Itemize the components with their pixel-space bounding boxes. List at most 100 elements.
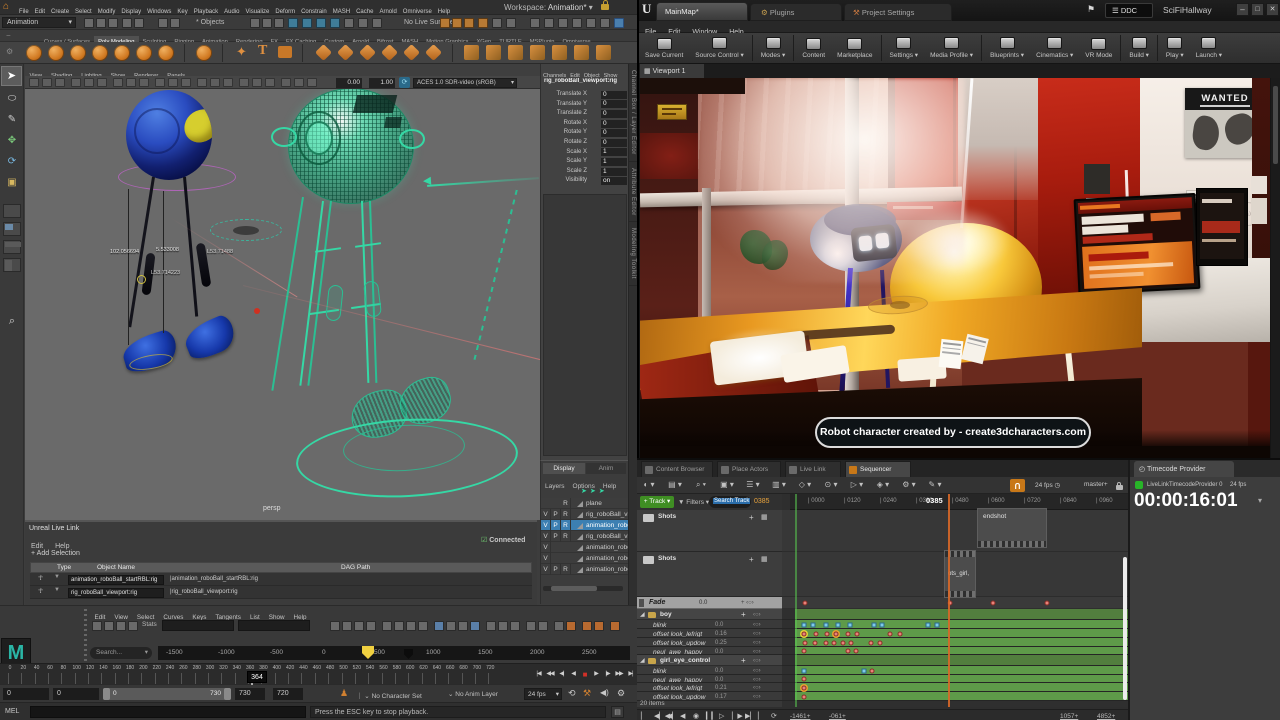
- layer-row[interactable]: VPRrig_roboBall_view: [541, 509, 629, 520]
- keyframe[interactable]: [803, 640, 808, 645]
- viewport-icon[interactable]: [113, 78, 123, 87]
- layer-v[interactable]: V: [541, 531, 551, 542]
- side-tab[interactable]: Channel Box / Layer Editor: [629, 64, 637, 162]
- maya-home-icon[interactable]: ⌂: [3, 1, 9, 12]
- viewport-icon[interactable]: [223, 78, 233, 87]
- lock-icon[interactable]: [601, 4, 609, 10]
- transport-2[interactable]: ◀▏: [667, 712, 678, 720]
- auto-key-icon[interactable]: ⚒: [583, 688, 591, 699]
- ue-toolbar-media-profile[interactable]: Media Profile ▾: [924, 33, 979, 63]
- command-input[interactable]: [30, 706, 306, 718]
- shelf-icon-xgen[interactable]: [552, 45, 567, 60]
- seq-tool-icon-3[interactable]: ▣ ▾: [719, 479, 735, 491]
- keyframe[interactable]: [854, 649, 859, 654]
- transport-3[interactable]: ◀: [680, 712, 685, 720]
- add-selection-button[interactable]: + Add Selection: [31, 550, 80, 557]
- layer-r[interactable]: R: [561, 520, 571, 531]
- graph-tool-icon[interactable]: [446, 621, 456, 631]
- graph-search-input[interactable]: Search...▾: [90, 647, 152, 659]
- connected-checkbox[interactable]: ☑ Connected: [481, 536, 525, 544]
- gamma-field[interactable]: 1.00: [369, 78, 395, 88]
- ue-toolbar-vr-mode[interactable]: VR Mode: [1079, 33, 1118, 63]
- lane-blink[interactable]: [782, 620, 1128, 629]
- row-expand-arrow[interactable]: ▼: [54, 587, 60, 593]
- tab-plugins[interactable]: ⚙ Plugins: [750, 3, 842, 21]
- script-editor-icon[interactable]: ▤: [611, 706, 624, 718]
- shelf-icon-xgen[interactable]: [464, 45, 479, 60]
- graph-tool-icon[interactable]: [554, 621, 564, 631]
- channel-value[interactable]: on: [601, 177, 627, 185]
- track-girl-eye-control[interactable]: ◢girl_eye_control+‹○›: [637, 655, 782, 666]
- keyframe[interactable]: [935, 622, 940, 627]
- layer-r[interactable]: R: [561, 564, 571, 575]
- keyframe[interactable]: [849, 640, 854, 645]
- key-nav[interactable]: ‹○›: [753, 694, 761, 700]
- viewport-icon[interactable]: [168, 78, 178, 87]
- keyframe[interactable]: [811, 622, 816, 627]
- shelf-icon-mash[interactable]: [425, 44, 442, 61]
- viewport-icon[interactable]: [210, 78, 220, 87]
- expand-arrow[interactable]: ◢: [640, 611, 645, 618]
- keyframe[interactable]: [841, 640, 846, 645]
- channel-value[interactable]: 1: [601, 168, 627, 176]
- toolbar-icon[interactable]: [316, 18, 326, 28]
- layout-split[interactable]: [3, 240, 21, 254]
- colorspace-dropdown[interactable]: ACES 1.0 SDR-video (sRGB)▾: [413, 78, 517, 88]
- shelf-icon-mash[interactable]: [381, 44, 398, 61]
- graph-tool-icon[interactable]: [610, 621, 620, 631]
- key-nav[interactable]: ‹○›: [753, 668, 761, 674]
- time-slider[interactable]: 364 |◀◀◀◀|◀■▶|▶▶▶▶| 02040608010012014016…: [0, 663, 637, 684]
- anim-end-field[interactable]: 720: [273, 688, 303, 700]
- layer-p[interactable]: P: [551, 509, 561, 520]
- shelf-icon-poly[interactable]: [70, 45, 86, 61]
- keyframe[interactable]: [991, 601, 996, 606]
- add-icon[interactable]: +: [749, 555, 754, 564]
- viewport-icon[interactable]: [126, 78, 136, 87]
- channel-value[interactable]: 0: [601, 129, 627, 137]
- keyframe[interactable]: [898, 631, 903, 636]
- stats-field-1[interactable]: [162, 620, 234, 631]
- toolbar-icon[interactable]: [614, 18, 624, 28]
- keyframe[interactable]: [848, 622, 853, 627]
- add-track-button[interactable]: + Track ▾: [640, 496, 674, 508]
- toolbar-icon[interactable]: [330, 18, 340, 28]
- keyframe[interactable]: [803, 601, 808, 606]
- graph-tool-icon[interactable]: [418, 621, 428, 631]
- character-set-dropdown[interactable]: ｜ ⌄ No Character Set: [356, 690, 422, 700]
- speaker-icon[interactable]: ◀): [600, 688, 609, 697]
- toolbar-icon[interactable]: [358, 18, 368, 28]
- graph-tool-icon[interactable]: [406, 621, 416, 631]
- graph-tool-icon[interactable]: [128, 621, 138, 631]
- row-expand-arrow[interactable]: ▼: [54, 574, 60, 580]
- seq-playhead[interactable]: [948, 494, 950, 707]
- anim-start-field[interactable]: 0: [3, 688, 49, 700]
- shelf-icon-poly[interactable]: [136, 45, 152, 61]
- layer-scrollbar[interactable]: [543, 586, 623, 591]
- viewport-icon[interactable]: [281, 78, 291, 87]
- graph-tool-icon[interactable]: [116, 621, 126, 631]
- toolbar-icon[interactable]: [478, 18, 488, 28]
- seq-tool-icon-10[interactable]: ⚙ ▾: [901, 479, 917, 491]
- graph-tool-icon[interactable]: [394, 621, 404, 631]
- live-link-row[interactable]: ☥▼rig_roboBall_viewport:rig|rig_roboBall…: [30, 586, 532, 599]
- select-tool[interactable]: ➤: [1, 66, 22, 86]
- lane-boy[interactable]: [782, 609, 1128, 620]
- stats-field-2[interactable]: [238, 620, 310, 631]
- playback-end-field[interactable]: 730: [235, 688, 265, 700]
- graph-ruler[interactable]: -1500-1000-50005001000150020002500: [158, 646, 630, 660]
- move-tool[interactable]: ✥: [3, 132, 21, 150]
- key-nav[interactable]: ‹○›: [753, 658, 761, 664]
- toolbar-icon[interactable]: [492, 18, 502, 28]
- transport-8[interactable]: ▶▏: [745, 712, 756, 720]
- shelf-gear-icon[interactable]: ⚙: [6, 47, 13, 56]
- side-tab[interactable]: Attribute Editor: [629, 162, 637, 223]
- layout-four[interactable]: [3, 222, 21, 236]
- layer-r[interactable]: R: [561, 498, 571, 509]
- key-nav[interactable]: ‹○›: [753, 640, 761, 646]
- layer-r[interactable]: R: [561, 531, 571, 542]
- lane-neul-awe-happy[interactable]: [782, 675, 1128, 683]
- keyframe[interactable]: [880, 622, 885, 627]
- viewport-icon[interactable]: [42, 78, 52, 87]
- transport-9[interactable]: ▏: [758, 712, 763, 720]
- toolbar-icon[interactable]: [274, 18, 284, 28]
